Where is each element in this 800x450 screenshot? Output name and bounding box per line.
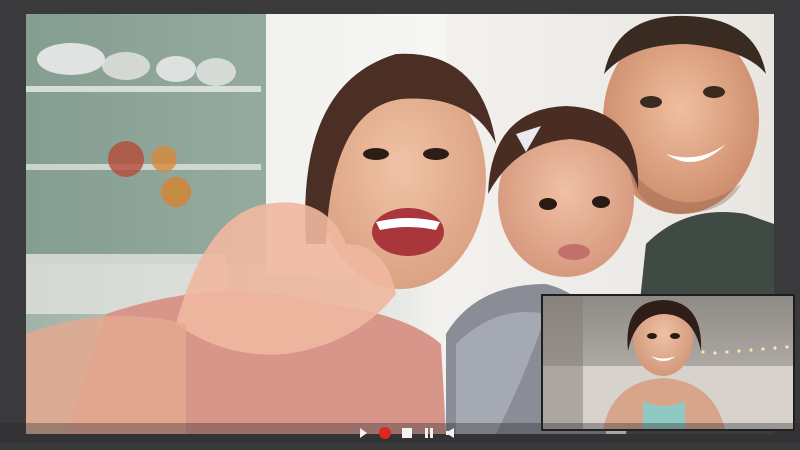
stop-icon (402, 428, 412, 438)
playback-controls (356, 424, 458, 442)
volume-button[interactable] (444, 426, 458, 440)
video-call-window (0, 0, 800, 450)
volume-icon (446, 428, 454, 438)
pause-button[interactable] (422, 426, 436, 440)
record-button[interactable] (378, 426, 392, 440)
stop-button[interactable] (400, 426, 414, 440)
self-view-video[interactable] (541, 294, 795, 431)
play-icon (360, 428, 367, 438)
record-icon (379, 427, 391, 439)
self-view-image (543, 296, 793, 429)
play-button[interactable] (356, 426, 370, 440)
pause-icon (425, 428, 433, 438)
